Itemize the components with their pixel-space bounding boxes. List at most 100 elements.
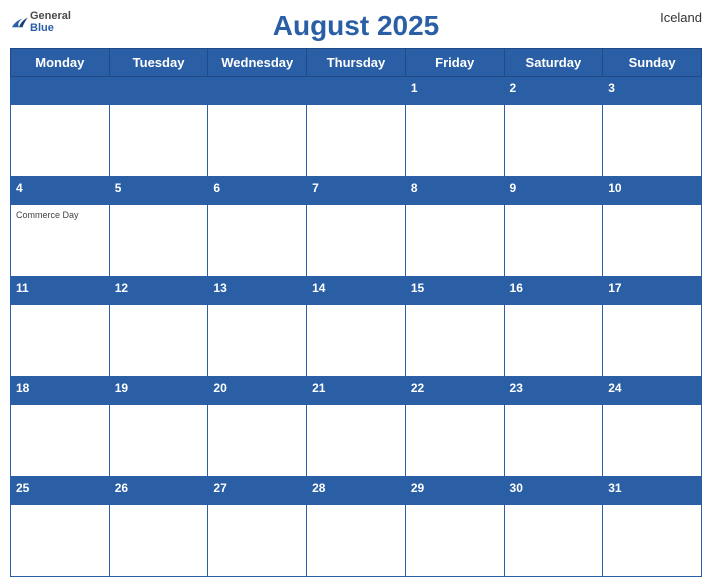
- week-3-day-7-date: 17: [603, 277, 702, 305]
- week-5-day-5-date: 29: [405, 477, 504, 505]
- date-number: 11: [16, 281, 104, 295]
- week-3-day-5-cell: [405, 305, 504, 377]
- week-5-day-6-date: 30: [504, 477, 603, 505]
- week-3-day-4-cell: [307, 305, 406, 377]
- week-2-day-3-date: 6: [208, 177, 307, 205]
- week-5-day-1-cell: [11, 505, 110, 577]
- week-2-day-7-date: 10: [603, 177, 702, 205]
- date-number: 22: [411, 381, 499, 395]
- week-1-day-7-date: 3: [603, 77, 702, 105]
- week-5-day-4-date: 28: [307, 477, 406, 505]
- week-5-event-row: [11, 505, 702, 577]
- logo: General Blue: [10, 10, 71, 34]
- week-3-day-3-date: 13: [208, 277, 307, 305]
- week-4-date-row: 18 19 20 21 22 23 24: [11, 377, 702, 405]
- calendar-title: August 2025: [273, 10, 440, 42]
- logo-general-text: General: [30, 10, 71, 22]
- week-1-day-6-date: 2: [504, 77, 603, 105]
- week-2-day-7-cell: [603, 205, 702, 277]
- week-3-day-1-cell: [11, 305, 110, 377]
- week-2-day-3-cell: [208, 205, 307, 277]
- date-number: 9: [510, 181, 598, 195]
- date-number: 7: [312, 181, 400, 195]
- date-number: 26: [115, 481, 203, 495]
- week-2-day-4-date: 7: [307, 177, 406, 205]
- week-2-day-6-date: 9: [504, 177, 603, 205]
- date-number: 20: [213, 381, 301, 395]
- header-saturday: Saturday: [504, 49, 603, 77]
- week-4-day-6-cell: [504, 405, 603, 477]
- date-number: 6: [213, 181, 301, 195]
- week-2-day-1-cell: Commerce Day: [11, 205, 110, 277]
- day-headers-row: Monday Tuesday Wednesday Thursday Friday…: [11, 49, 702, 77]
- header-wednesday: Wednesday: [208, 49, 307, 77]
- week-4-day-3-date: 20: [208, 377, 307, 405]
- week-3-day-2-cell: [109, 305, 208, 377]
- week-3-date-row: 11 12 13 14 15 16 17: [11, 277, 702, 305]
- date-number: 10: [608, 181, 696, 195]
- week-5-day-2-cell: [109, 505, 208, 577]
- week-2-day-1-date: 4: [11, 177, 110, 205]
- date-number: 16: [510, 281, 598, 295]
- week-5-day-1-date: 25: [11, 477, 110, 505]
- week-3-day-2-date: 12: [109, 277, 208, 305]
- week-2-date-row: 45678910: [11, 177, 702, 205]
- week-3-event-row: [11, 305, 702, 377]
- week-4-day-3-cell: [208, 405, 307, 477]
- week-5-day-4-cell: [307, 505, 406, 577]
- date-number: 24: [608, 381, 696, 395]
- week-2-day-6-cell: [504, 205, 603, 277]
- date-number: 14: [312, 281, 400, 295]
- week-3-day-6-date: 16: [504, 277, 603, 305]
- week-1-day-1-cell: [11, 105, 110, 177]
- header-thursday: Thursday: [307, 49, 406, 77]
- calendar-table: Monday Tuesday Wednesday Thursday Friday…: [10, 48, 702, 577]
- week-4-day-4-date: 21: [307, 377, 406, 405]
- week-5-day-3-date: 27: [208, 477, 307, 505]
- week-5-day-5-cell: [405, 505, 504, 577]
- date-number: 30: [510, 481, 598, 495]
- week-2-day-5-cell: [405, 205, 504, 277]
- week-3-day-5-date: 15: [405, 277, 504, 305]
- header-monday: Monday: [11, 49, 110, 77]
- date-number: 29: [411, 481, 499, 495]
- week-3-day-3-cell: [208, 305, 307, 377]
- week-1-date-row: 123: [11, 77, 702, 105]
- date-number: 21: [312, 381, 400, 395]
- header-tuesday: Tuesday: [109, 49, 208, 77]
- week-5-day-7-date: 31: [603, 477, 702, 505]
- date-number: 13: [213, 281, 301, 295]
- week-1-day-2-cell: [109, 105, 208, 177]
- date-number: 8: [411, 181, 499, 195]
- week-4-day-1-date: 18: [11, 377, 110, 405]
- date-number: 3: [608, 81, 696, 95]
- week-4-day-4-cell: [307, 405, 406, 477]
- week-5-date-row: 25 26 2728 29 30 31: [11, 477, 702, 505]
- date-number: 2: [510, 81, 598, 95]
- week-3-day-4-date: 14: [307, 277, 406, 305]
- event-label: Commerce Day: [16, 210, 104, 220]
- week-4-day-5-cell: [405, 405, 504, 477]
- week-1-day-6-cell: [504, 105, 603, 177]
- date-number: 4: [16, 181, 104, 195]
- logo-bird-icon: [10, 15, 28, 29]
- week-4-day-7-cell: [603, 405, 702, 477]
- week-4-day-2-date: 19: [109, 377, 208, 405]
- week-5-day-7-cell: [603, 505, 702, 577]
- date-number: 15: [411, 281, 499, 295]
- week-3-day-7-cell: [603, 305, 702, 377]
- date-number: 23: [510, 381, 598, 395]
- calendar-container: General Blue August 2025 Iceland Monday …: [0, 0, 712, 587]
- week-4-day-1-cell: [11, 405, 110, 477]
- header-sunday: Sunday: [603, 49, 702, 77]
- week-4-day-2-cell: [109, 405, 208, 477]
- week-1-day-1-date: [11, 77, 110, 105]
- date-number: 1: [411, 81, 499, 95]
- week-1-day-7-cell: [603, 105, 702, 177]
- week-5-day-3-cell: [208, 505, 307, 577]
- date-number: 19: [115, 381, 203, 395]
- week-1-day-5-date: 1: [405, 77, 504, 105]
- week-3-day-1-date: 11: [11, 277, 110, 305]
- week-4-day-6-date: 23: [504, 377, 603, 405]
- week-2-day-4-cell: [307, 205, 406, 277]
